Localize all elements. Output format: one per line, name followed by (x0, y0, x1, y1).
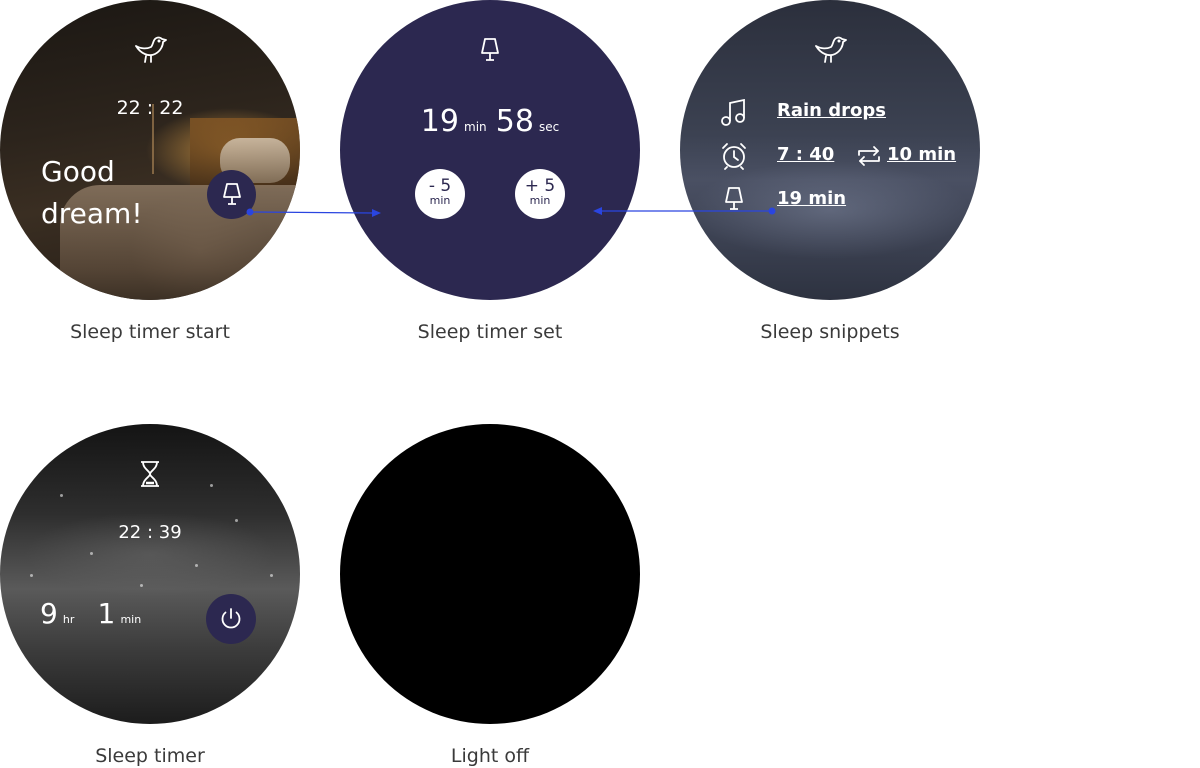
sound-link[interactable]: Rain drops (777, 100, 886, 121)
remaining-time: 9 hr 1 min (40, 597, 141, 630)
caption-light-off: Light off (450, 745, 530, 767)
remaining-hours: 9 (40, 597, 58, 630)
alarm-time-link[interactable]: 7 : 40 (777, 144, 834, 165)
plus-5-min-button[interactable]: + 5 min (515, 169, 565, 219)
power-icon (221, 608, 241, 629)
remaining-minutes-unit: min (120, 613, 142, 626)
rain-drop (270, 574, 273, 577)
light-off-screen (340, 424, 640, 724)
rain-drop (60, 494, 63, 497)
caption-sleep-timer: Sleep timer (95, 745, 205, 767)
power-button[interactable] (206, 594, 256, 644)
greeting-line2: dream! (41, 197, 143, 230)
greeting-line1: Good (41, 155, 115, 188)
rain-drop (30, 574, 33, 577)
clock-time: 22 : 22 (116, 97, 184, 119)
lamp-icon (725, 187, 743, 210)
lamp-timer-button[interactable] (207, 170, 256, 219)
bird-icon (135, 36, 167, 63)
caption-sleep-snippets: Sleep snippets (760, 321, 900, 343)
plus-5-unit: min (529, 194, 551, 207)
timer-minutes-unit: min (464, 120, 487, 134)
minus-5-label: - 5 (428, 176, 452, 196)
sleep-timer-set-screen: 19 min 58 sec - 5 min + 5 min (340, 0, 640, 300)
rain-drop (90, 552, 93, 555)
plus-5-label: + 5 (524, 176, 556, 196)
repeat-interval-link[interactable]: 10 min (887, 144, 956, 165)
timer-minutes: 19 (420, 104, 459, 139)
timer-seconds: 58 (495, 104, 534, 139)
lamp-icon (481, 38, 499, 61)
repeat-icon (858, 146, 880, 166)
rain-drop (210, 484, 213, 487)
timer-link[interactable]: 19 min (777, 188, 846, 209)
lamp-icon (223, 183, 241, 205)
rain-drop (140, 584, 143, 587)
timer-seconds-unit: sec (539, 120, 560, 134)
bird-icon (815, 36, 847, 63)
sleep-snippets-screen: Rain drops 7 : 40 10 min 19 min (680, 0, 980, 300)
clock-time: 22 : 39 (118, 522, 182, 543)
timer-readout: 19 min 58 sec (340, 104, 640, 139)
rain-drop (195, 564, 198, 567)
remaining-hours-unit: hr (62, 613, 75, 626)
minus-5-unit: min (429, 194, 451, 207)
remaining-minutes: 1 (97, 597, 116, 630)
minus-5-min-button[interactable]: - 5 min (415, 169, 465, 219)
caption-sleep-timer-start: Sleep timer start (70, 321, 230, 343)
sleep-timer-screen: 22 : 39 9 hr 1 min (0, 424, 300, 724)
hourglass-icon (141, 461, 159, 487)
sleep-timer-start-screen: 22 : 22 Good dream! (0, 0, 300, 300)
music-note-icon (721, 99, 745, 126)
caption-sleep-timer-set: Sleep timer set (417, 321, 563, 343)
alarm-clock-icon (722, 143, 746, 170)
